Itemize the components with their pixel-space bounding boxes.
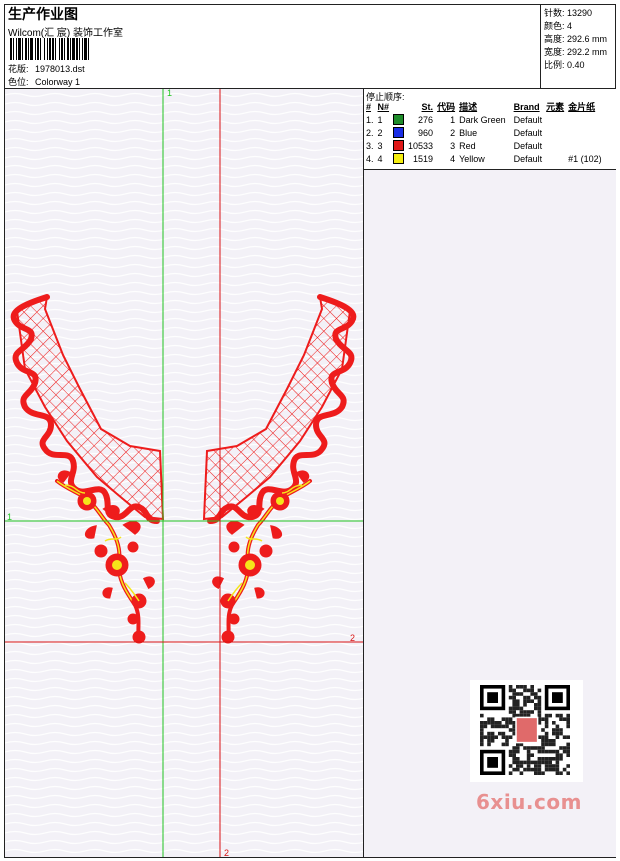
design-label: 花版: (8, 64, 29, 74)
stop-sequence-table: # N# St. 代码 描述 Brand 元素 金片纸 1. 1 276 1 Dark … (364, 100, 604, 165)
row-stitches: 960 (418, 127, 434, 138)
row-brand: Default (513, 140, 543, 151)
stop-sequence-box: 停止顺序: # N# St. 代码 描述 Brand 元素 金片纸 1. 1 276… (364, 89, 616, 170)
row-sequin: #1 (102) (568, 153, 602, 164)
row-element (544, 139, 566, 152)
guide-v2-label: 2 (224, 848, 230, 857)
thread-color-swatch (393, 114, 405, 126)
row-number: 1 (377, 114, 383, 125)
design-canvas: 1 1 2 2 (5, 89, 364, 857)
embroidery-preview (5, 89, 363, 857)
color-swatch (391, 126, 406, 139)
row-description: Yellow (459, 153, 485, 164)
row-description: Dark Green (459, 114, 506, 125)
table-row: 2. 2 960 2 Blue Default (364, 126, 604, 139)
col-swatch (391, 100, 406, 113)
guide-h2-label: 2 (350, 633, 356, 643)
studio-name: Wilcom(汇 宸) 装饰工作室 (8, 28, 123, 39)
row-number: 3 (377, 140, 383, 151)
table-row: 1. 1 276 1 Dark Green Default (364, 113, 604, 126)
row-stitches: 1519 (413, 153, 434, 164)
color-count: 颜色: 4 (544, 21, 573, 31)
design-height: 高度: 292.6 mm (544, 34, 608, 44)
row-sequin (566, 139, 604, 152)
row-brand: Default (513, 127, 543, 138)
guide-h1-label: 1 (7, 512, 13, 522)
row-element (544, 126, 566, 139)
color-swatch (391, 139, 406, 152)
row-element (544, 113, 566, 126)
header: 生产作业图 Wilcom(汇 宸) 装饰工作室 花版: 1978013.dst … (4, 4, 540, 88)
row-code: 2 (450, 127, 456, 138)
row-index: 3. (366, 140, 374, 151)
row-index: 4. (366, 153, 374, 164)
row-sequin (566, 113, 604, 126)
colorway-row: 色位: Colorway 1 (8, 75, 80, 88)
stitch-count: 针数: 13290 (544, 8, 593, 18)
row-code: 4 (450, 153, 456, 164)
row-brand: Default (513, 153, 543, 164)
page-title: 生产作业图 (8, 6, 78, 22)
row-code: 1 (450, 114, 456, 125)
col-code: 代码 (437, 102, 456, 112)
thread-color-swatch (393, 127, 405, 139)
col-stitches: St. (421, 101, 434, 112)
row-number: 4 (377, 153, 383, 164)
row-brand: Default (513, 114, 543, 125)
col-brand: Brand (513, 101, 540, 112)
row-stitches: 276 (418, 114, 434, 125)
row-element (544, 152, 566, 165)
row-code: 3 (450, 140, 456, 151)
guide-v1-label: 1 (167, 89, 173, 98)
col-index: # (366, 101, 372, 112)
col-sequin: 金片纸 (568, 102, 596, 112)
design-scale: 比例: 0.40 (544, 60, 585, 70)
colorway-value: Colorway 1 (35, 77, 81, 87)
row-description: Blue (459, 127, 478, 138)
row-sequin (566, 126, 604, 139)
qr-code (470, 680, 583, 782)
col-element: 元素 (546, 102, 565, 112)
col-number: N# (377, 101, 390, 112)
design-width: 宽度: 292.2 mm (544, 47, 608, 57)
row-description: Red (459, 140, 476, 151)
col-description: 描述 (459, 102, 478, 112)
row-index: 1. (366, 114, 374, 125)
design-value: 1978013.dst (35, 64, 85, 74)
table-row: 4. 4 1519 4 Yellow Default #1 (102) (364, 152, 604, 165)
thread-color-swatch (393, 153, 405, 165)
color-swatch (391, 113, 406, 126)
table-row: 3. 3 10533 3 Red Default (364, 139, 604, 152)
thread-color-swatch (393, 140, 405, 152)
stats-panel: 针数: 13290 颜色: 4 高度: 292.6 mm 宽度: 292.2 m… (540, 4, 617, 88)
design-row: 花版: 1978013.dst (8, 62, 85, 75)
table-header-row: # N# St. 代码 描述 Brand 元素 金片纸 (364, 100, 604, 113)
barcode (10, 38, 89, 60)
row-stitches: 10533 (408, 140, 434, 151)
row-index: 2. (366, 127, 374, 138)
colorway-label: 色位: (8, 77, 29, 87)
color-swatch (391, 152, 406, 165)
row-number: 2 (377, 127, 383, 138)
watermark-logo: 6xiu.com (476, 790, 582, 814)
